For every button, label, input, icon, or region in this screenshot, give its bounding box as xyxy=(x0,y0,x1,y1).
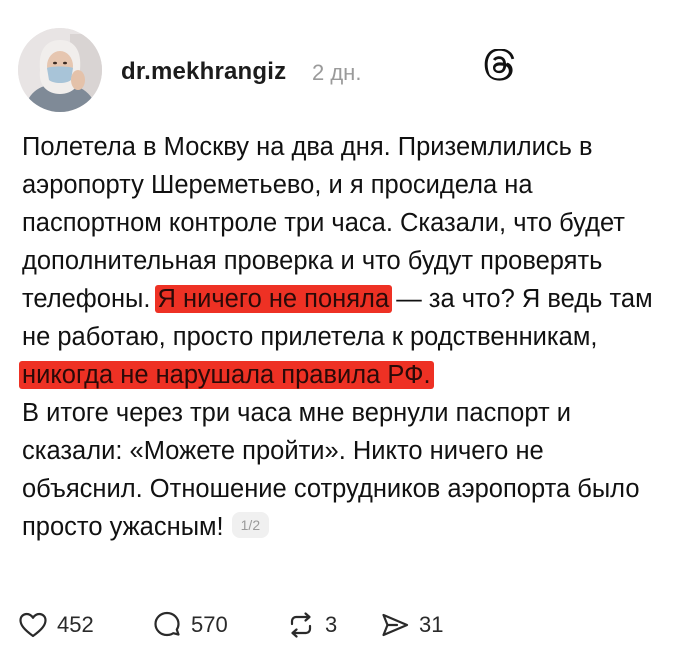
highlighted-text: Я ничего не поняла xyxy=(154,285,393,313)
post-paragraph-2: В итоге через три часа мне вернули паспо… xyxy=(22,394,662,546)
post-paragraph-1: Полетела в Москву на два дня. Приземлили… xyxy=(19,128,662,394)
repost-button[interactable]: 3 xyxy=(286,607,337,643)
post-text: Полетела в Москву на два дня. Приземлили… xyxy=(19,128,662,546)
share-count: 31 xyxy=(419,612,444,637)
timestamp: 2 дн. xyxy=(312,60,362,85)
reply-count: 570 xyxy=(191,612,228,637)
reply-button[interactable]: 570 xyxy=(152,607,228,643)
comment-icon xyxy=(152,610,182,640)
send-icon xyxy=(380,610,410,640)
post-header: dr.mekhrangiz 2 дн. xyxy=(18,28,658,114)
repost-count: 3 xyxy=(325,612,338,637)
like-button[interactable]: 452 xyxy=(18,607,94,643)
avatar[interactable] xyxy=(18,28,102,112)
post-text-segment: В итоге через три часа мне вернули паспо… xyxy=(22,399,640,541)
share-button[interactable]: 31 xyxy=(380,607,443,643)
repost-icon xyxy=(286,610,316,640)
username[interactable]: dr.mekhrangiz xyxy=(121,58,286,86)
page-indicator: 1/2 xyxy=(231,512,270,539)
like-count: 452 xyxy=(57,612,94,637)
highlighted-text: никогда не нарушала правила РФ. xyxy=(19,361,434,389)
post-actions: 452 570 3 31 xyxy=(18,607,658,643)
heart-icon xyxy=(18,610,48,640)
threads-icon[interactable] xyxy=(484,48,516,81)
